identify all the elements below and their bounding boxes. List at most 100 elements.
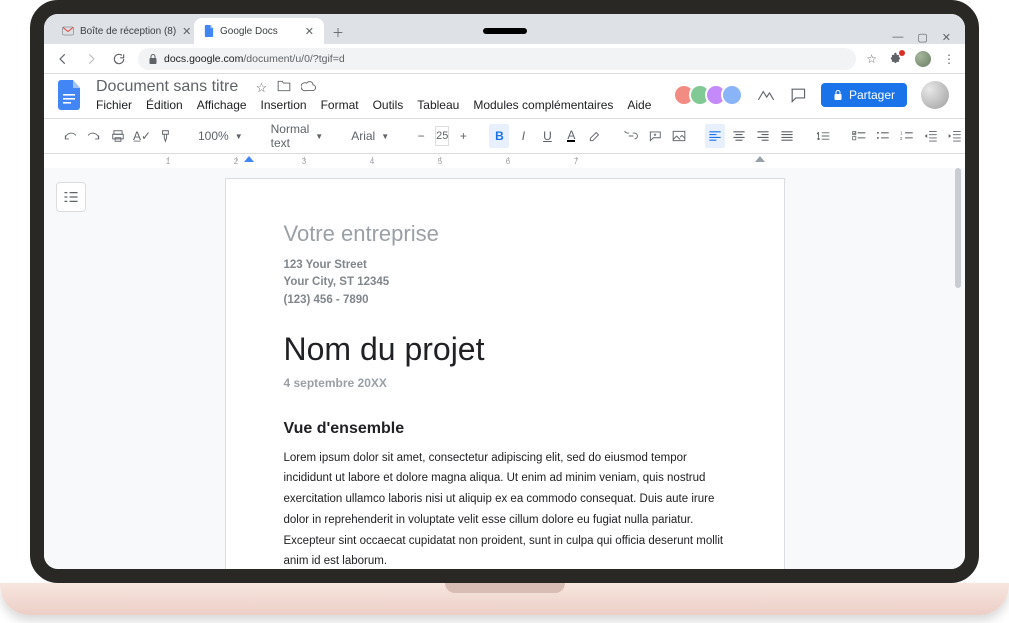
- browser-menu-icon[interactable]: ⋮: [943, 52, 955, 66]
- tab-label: Google Docs: [220, 26, 278, 37]
- vertical-scrollbar[interactable]: [953, 168, 963, 569]
- docs-logo-icon[interactable]: [54, 79, 86, 111]
- close-tab-icon[interactable]: ✕: [305, 25, 314, 38]
- align-left-button[interactable]: [705, 124, 725, 148]
- browser-tab-gmail[interactable]: Boîte de réception (8) ✕: [52, 18, 192, 44]
- numbered-list-button[interactable]: 12: [897, 124, 917, 148]
- docs-favicon-icon: [204, 25, 214, 37]
- nav-forward-button[interactable]: [82, 50, 100, 68]
- notification-dot-icon: [899, 50, 905, 56]
- italic-button[interactable]: I: [513, 124, 533, 148]
- font-family-select[interactable]: Arial▼: [345, 124, 395, 148]
- lock-icon: [833, 89, 843, 101]
- close-tab-icon[interactable]: ✕: [182, 25, 191, 38]
- body-paragraph[interactable]: Lorem ipsum dolor sit amet, consectetur …: [284, 448, 726, 569]
- cloud-status-icon[interactable]: [301, 80, 317, 96]
- nav-back-button[interactable]: [54, 50, 72, 68]
- url-input[interactable]: docs.google.com/document/u/0/?tgif=d: [138, 48, 856, 70]
- undo-button[interactable]: [60, 124, 80, 148]
- menu-format[interactable]: Format: [321, 98, 359, 112]
- url-path: /document/u/0/?tgif=d: [243, 53, 344, 65]
- street-line[interactable]: 123 Your Street: [284, 257, 726, 274]
- nav-reload-button[interactable]: [110, 50, 128, 68]
- browser-tab-docs[interactable]: Google Docs ✕: [194, 18, 324, 44]
- laptop-base: [0, 583, 1009, 615]
- phone-line[interactable]: (123) 456 - 7890: [284, 292, 726, 309]
- extensions-icon[interactable]: [889, 52, 903, 66]
- menu-table[interactable]: Tableau: [417, 98, 459, 112]
- formatting-toolbar: A̲✓ 100%▼ Normal text▼ Arial▼ − 25 +: [44, 118, 965, 154]
- line-spacing-button[interactable]: [813, 124, 833, 148]
- menu-file[interactable]: Fichier: [96, 98, 132, 112]
- paint-format-button[interactable]: [156, 124, 176, 148]
- laptop-camera: [483, 28, 527, 34]
- increase-indent-button[interactable]: [945, 124, 965, 148]
- account-avatar[interactable]: [921, 81, 949, 109]
- activity-icon[interactable]: [757, 88, 775, 102]
- laptop-notch: [445, 583, 565, 593]
- clear-formatting-button[interactable]: T✕: [969, 124, 979, 148]
- spellcheck-button[interactable]: A̲✓: [132, 124, 152, 148]
- window-maximize-icon[interactable]: ▢: [917, 31, 927, 44]
- paragraph-style-select[interactable]: Normal text▼: [265, 124, 330, 148]
- new-tab-button[interactable]: ＋: [326, 20, 350, 44]
- project-title[interactable]: Nom du projet: [284, 331, 726, 368]
- show-outline-button[interactable]: [56, 182, 86, 212]
- menu-insert[interactable]: Insertion: [261, 98, 307, 112]
- align-justify-button[interactable]: [777, 124, 797, 148]
- bold-button[interactable]: B: [489, 124, 509, 148]
- window-minimize-icon[interactable]: —: [892, 31, 903, 44]
- redo-button[interactable]: [84, 124, 104, 148]
- company-name[interactable]: Votre entreprise: [284, 221, 726, 247]
- bookmark-star-icon[interactable]: ☆: [866, 52, 877, 66]
- tab-label: Boîte de réception (8): [80, 26, 176, 37]
- text-color-button[interactable]: A: [561, 124, 581, 148]
- bulleted-list-button[interactable]: [873, 124, 893, 148]
- collaborator-avatars[interactable]: [679, 84, 743, 106]
- scrollbar-thumb[interactable]: [955, 168, 961, 288]
- menu-addons[interactable]: Modules complémentaires: [473, 98, 613, 112]
- document-date[interactable]: 4 septembre 20XX: [284, 376, 726, 390]
- document-title[interactable]: Document sans titre: [96, 78, 238, 95]
- menu-view[interactable]: Affichage: [197, 98, 247, 112]
- font-size-decrease[interactable]: −: [411, 124, 431, 148]
- align-right-button[interactable]: [753, 124, 773, 148]
- city-line[interactable]: Your City, ST 12345: [284, 274, 726, 291]
- zoom-select[interactable]: 100%▼: [192, 124, 249, 148]
- font-size-increase[interactable]: +: [453, 124, 473, 148]
- section-heading[interactable]: Vue d'ensemble: [284, 420, 726, 438]
- menu-bar: Fichier Édition Affichage Insertion Form…: [96, 98, 669, 112]
- horizontal-ruler[interactable]: 1 2 3 4 5 6 7: [44, 154, 965, 168]
- menu-tools[interactable]: Outils: [373, 98, 404, 112]
- share-label: Partager: [849, 88, 895, 102]
- move-folder-icon[interactable]: [277, 80, 291, 96]
- docs-titlebar: Document sans titre ☆ Fichier: [44, 74, 965, 112]
- window-close-icon[interactable]: ✕: [942, 31, 951, 44]
- gmail-favicon-icon: [62, 26, 74, 36]
- align-center-button[interactable]: [729, 124, 749, 148]
- browser-address-bar: docs.google.com/document/u/0/?tgif=d ☆ ⋮: [44, 44, 965, 74]
- document-page[interactable]: Votre entreprise 123 Your Street Your Ci…: [225, 178, 785, 569]
- lock-icon: [148, 53, 158, 65]
- menu-edit[interactable]: Édition: [146, 98, 183, 112]
- insert-link-button[interactable]: [621, 124, 641, 148]
- browser-profile-avatar[interactable]: [915, 51, 931, 67]
- svg-text:2: 2: [900, 136, 903, 141]
- avatar: [721, 84, 743, 106]
- insert-comment-button[interactable]: [645, 124, 665, 148]
- share-button[interactable]: Partager: [821, 83, 907, 107]
- insert-image-button[interactable]: [669, 124, 689, 148]
- font-size-input[interactable]: 25: [435, 126, 449, 146]
- highlight-color-button[interactable]: [585, 124, 605, 148]
- checklist-button[interactable]: [849, 124, 869, 148]
- decrease-indent-button[interactable]: [921, 124, 941, 148]
- star-icon[interactable]: ☆: [256, 80, 268, 96]
- comments-icon[interactable]: [789, 87, 807, 103]
- menu-help[interactable]: Aide: [627, 98, 651, 112]
- right-indent-marker-icon[interactable]: [755, 156, 765, 166]
- url-host: docs.google.com: [164, 53, 243, 65]
- document-canvas[interactable]: Votre entreprise 123 Your Street Your Ci…: [44, 168, 965, 569]
- print-button[interactable]: [108, 124, 128, 148]
- svg-text:1: 1: [900, 131, 903, 136]
- underline-button[interactable]: U: [537, 124, 557, 148]
